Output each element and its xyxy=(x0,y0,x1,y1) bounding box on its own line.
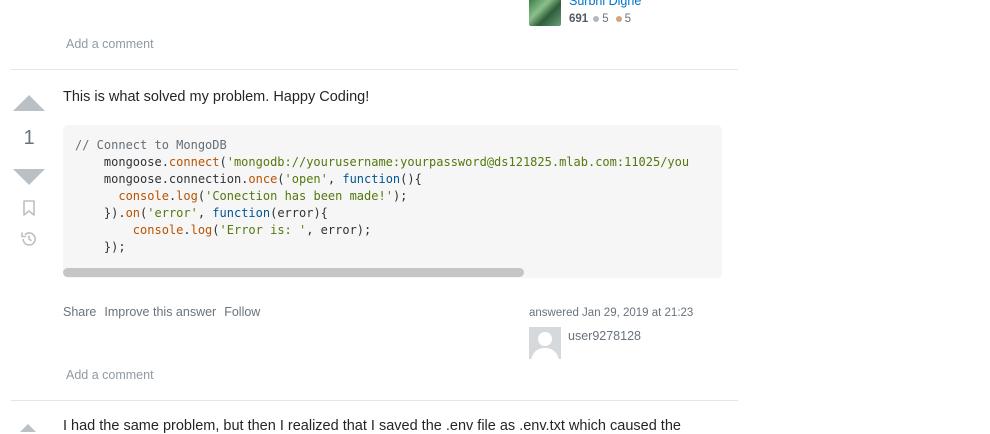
bookmark-icon[interactable] xyxy=(20,199,38,217)
answered-timestamp: answered Jan 29, 2019 at 21:23 xyxy=(529,307,694,319)
user-name-link[interactable]: user9278128 xyxy=(568,329,641,343)
share-link[interactable]: Share xyxy=(63,305,96,319)
vote-count: 1 xyxy=(23,127,35,149)
divider xyxy=(11,69,738,70)
code-block[interactable]: // Connect to MongoDB mongoose.connect('… xyxy=(63,125,722,278)
improve-answer-link[interactable]: Improve this answer xyxy=(104,305,216,319)
answer-text: This is what solved my problem. Happy Co… xyxy=(63,89,370,105)
avatar[interactable] xyxy=(529,0,561,26)
answer-text: I had the same problem, but then I reali… xyxy=(63,418,681,434)
add-comment-link[interactable]: Add a comment xyxy=(66,37,154,51)
user-name-link[interactable]: Surbhi Digne xyxy=(569,0,641,8)
code-content: // Connect to MongoDB mongoose.connect('… xyxy=(75,138,690,254)
upvote-button[interactable] xyxy=(20,424,36,432)
code-scrollbar[interactable] xyxy=(63,268,524,277)
reputation-score: 691 xyxy=(569,13,589,25)
bronze-badge-count: 5 xyxy=(624,13,631,25)
answer-actions: Share Improve this answer Follow xyxy=(63,305,260,319)
silver-badge-icon xyxy=(593,16,600,22)
follow-link[interactable]: Follow xyxy=(224,305,260,319)
add-comment-link[interactable]: Add a comment xyxy=(66,368,154,382)
history-icon[interactable] xyxy=(20,230,38,248)
bronze-badge-icon xyxy=(615,16,622,22)
avatar[interactable] xyxy=(529,327,561,359)
silver-badge-count: 5 xyxy=(602,13,609,25)
divider xyxy=(11,400,738,401)
upvote-button[interactable] xyxy=(13,95,45,111)
user-reputation: 691 5 5 xyxy=(569,13,631,25)
downvote-button[interactable] xyxy=(13,169,45,185)
